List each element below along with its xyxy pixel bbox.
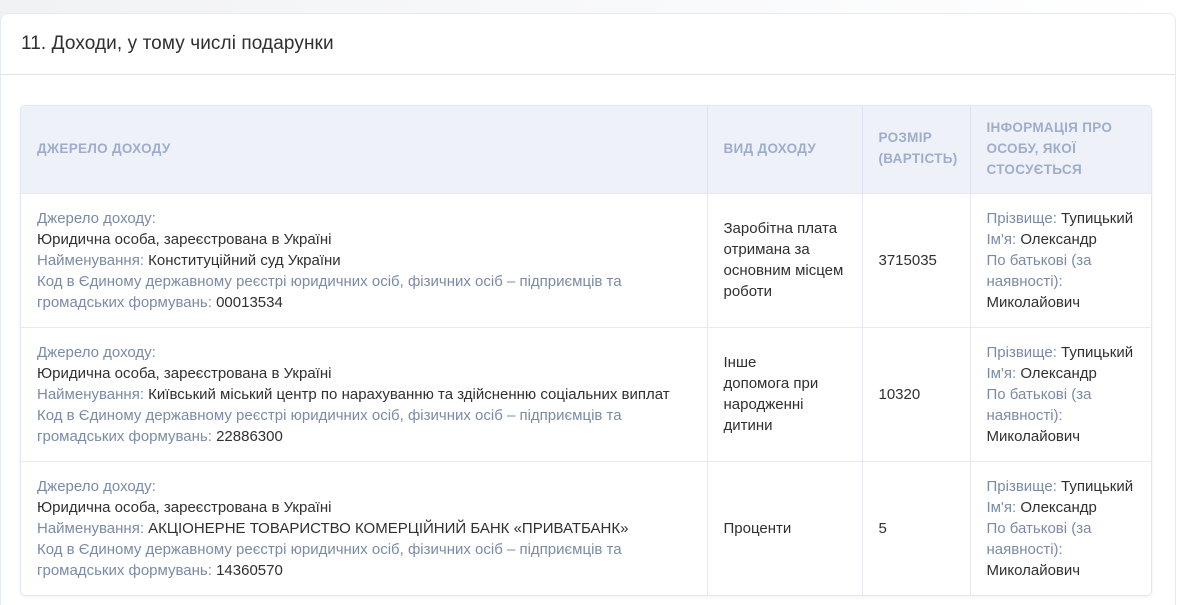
income-source-cell: Джерело доходу: Юридична особа, зареєстр… [21,461,707,595]
first-name-value: Олександр [1020,499,1097,516]
source-type-value: Юридична особа, зареєстрована в Україні [37,229,693,250]
patronymic-value: Миколайович [987,562,1081,579]
amount-value: 5 [879,520,887,537]
name-value: Київський міський центр по нарахуванню т… [148,386,669,403]
first-name-value: Олександр [1020,231,1097,248]
registry-code-label: Код в Єдиному державному реєстрі юридичн… [37,407,622,445]
source-label: Джерело доходу: [37,342,693,363]
income-source-cell: Джерело доходу: Юридична особа, зареєстр… [21,327,707,461]
income-table-header: ДЖЕРЕЛО ДОХОДУ ВИД ДОХОДУ РОЗМІР (ВАРТІС… [21,106,1151,193]
registry-code-value: 14360570 [216,562,283,579]
name-label: Найменування: [37,520,144,537]
declaration-page: { "page": { "section_title": "11. Доходи… [0,0,1180,605]
name-value: АКЦІОНЕРНЕ ТОВАРИСТВО КОМЕРЦІЙНИЙ БАНК «… [148,520,628,537]
name-label: Найменування: [37,386,144,403]
income-type-value: Інше допомога при народженні дитини [724,352,848,436]
source-label: Джерело доходу: [37,208,693,229]
column-header-income-type: ВИД ДОХОДУ [707,106,862,193]
first-name-label: Ім'я: [987,499,1017,516]
column-header-income-source: ДЖЕРЕЛО ДОХОДУ [21,106,707,193]
source-type-value: Юридична особа, зареєстрована в Україні [37,497,693,518]
income-type-cell: Проценти [707,461,862,595]
amount-value: 3715035 [879,252,937,269]
patronymic-value: Миколайович [987,294,1081,311]
income-table-card: ДЖЕРЕЛО ДОХОДУ ВИД ДОХОДУ РОЗМІР (ВАРТІС… [20,105,1152,596]
surname-label: Прізвище: [987,478,1057,495]
first-name-value: Олександр [1020,365,1097,382]
income-type-value: Проценти [724,518,848,539]
registry-code-label: Код в Єдиному державному реєстрі юридичн… [37,541,622,579]
table-row: Джерело доходу: Юридична особа, зареєстр… [21,461,1151,595]
patronymic-label: По батькові (за наявності): [987,252,1092,290]
table-row: Джерело доходу: Юридична особа, зареєстр… [21,193,1151,327]
section-header: 11. Доходи, у тому числі подарунки [1,14,1175,75]
registry-code-value: 00013534 [216,294,283,311]
first-name-label: Ім'я: [987,365,1017,382]
income-table: ДЖЕРЕЛО ДОХОДУ ВИД ДОХОДУ РОЗМІР (ВАРТІС… [21,106,1151,595]
amount-cell: 10320 [862,327,970,461]
registry-code-value: 22886300 [216,428,283,445]
surname-value: Тупицький [1061,344,1133,361]
patronymic-label: По батькові (за наявності): [987,386,1092,424]
source-label: Джерело доходу: [37,476,693,497]
amount-cell: 5 [862,461,970,595]
registry-code-label: Код в Єдиному державному реєстрі юридичн… [37,273,622,311]
name-label: Найменування: [37,252,144,269]
name-value: Конституційний суд України [148,252,341,269]
amount-value: 10320 [879,386,921,403]
surname-value: Тупицький [1061,210,1133,227]
column-header-person-info: ІНФОРМАЦІЯ ПРО ОСОБУ, ЯКОЇ СТОСУЄТЬСЯ [970,106,1151,193]
section-title: 11. Доходи, у тому числі подарунки [21,33,334,55]
patronymic-label: По батькові (за наявності): [987,520,1092,558]
amount-cell: 3715035 [862,193,970,327]
income-type-cell: Заробітна плата отримана за основним міс… [707,193,862,327]
surname-label: Прізвище: [987,210,1057,227]
income-type-cell: Інше допомога при народженні дитини [707,327,862,461]
first-name-label: Ім'я: [987,231,1017,248]
person-info-cell: Прізвище: Тупицький Ім'я: Олександр По б… [970,193,1151,327]
surname-label: Прізвище: [987,344,1057,361]
income-source-cell: Джерело доходу: Юридична особа, зареєстр… [21,193,707,327]
patronymic-value: Миколайович [987,428,1081,445]
column-header-amount: РОЗМІР (ВАРТІСТЬ) [862,106,970,193]
person-info-cell: Прізвище: Тупицький Ім'я: Олександр По б… [970,461,1151,595]
content-panel: 11. Доходи, у тому числі подарунки ДЖЕРЕ… [0,13,1176,605]
surname-value: Тупицький [1061,478,1133,495]
person-info-cell: Прізвище: Тупицький Ім'я: Олександр По б… [970,327,1151,461]
source-type-value: Юридична особа, зареєстрована в Україні [37,363,693,384]
table-row: Джерело доходу: Юридична особа, зареєстр… [21,327,1151,461]
income-type-value: Заробітна плата отримана за основним міс… [724,218,848,302]
